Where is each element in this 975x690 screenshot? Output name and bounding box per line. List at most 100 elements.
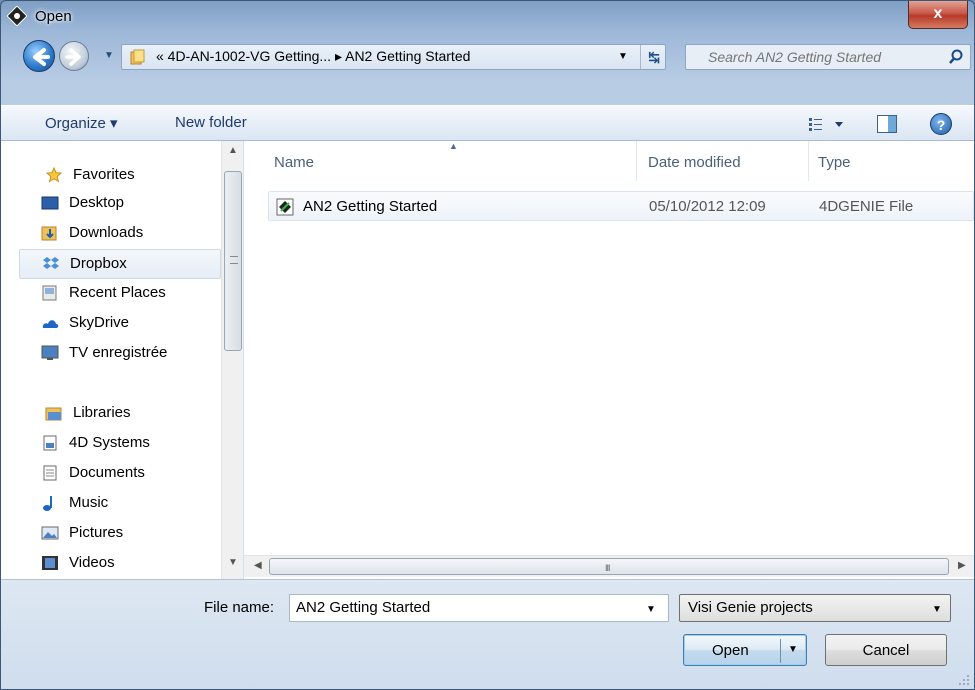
nav-pane-scrollbar[interactable]: ▲ ▼ (221, 141, 243, 579)
sidebar-item-desktop[interactable]: Desktop (19, 189, 221, 219)
main-content: Favorites Desktop Downloads Dropbox Rece… (1, 141, 974, 579)
table-row[interactable]: AN2 Getting Started 05/10/2012 12:09 4DG… (268, 191, 974, 221)
sidebar-item-label: Music (69, 494, 109, 511)
desktop-icon (41, 196, 59, 210)
sidebar-item-downloads[interactable]: Downloads (19, 219, 221, 249)
chevron-down-icon[interactable]: ▼ (932, 604, 942, 615)
title-bar[interactable]: Open x (1, 1, 974, 37)
star-icon (45, 167, 63, 183)
navigation-pane: Favorites Desktop Downloads Dropbox Rece… (1, 141, 244, 579)
sort-ascending-icon: ▲ (449, 141, 458, 151)
sidebar-item-libraries[interactable]: Libraries (19, 399, 221, 429)
scrollbar-thumb[interactable] (224, 171, 242, 351)
chevron-down-icon[interactable]: ▼ (618, 51, 628, 62)
search-box[interactable] (685, 44, 971, 70)
scroll-down-icon[interactable]: ▼ (228, 557, 238, 568)
sidebar-item-videos[interactable]: Videos (19, 549, 221, 579)
file-type-select[interactable]: Visi Genie projects ▼ (679, 594, 951, 622)
file-list: ▲ Name Date modified Type AN2 Getting St… (244, 141, 974, 579)
chevron-down-icon[interactable]: ▼ (646, 604, 656, 615)
scroll-up-icon[interactable]: ▲ (228, 145, 238, 156)
column-header-type[interactable]: Type (818, 154, 851, 171)
scroll-right-icon[interactable]: ▶ (958, 560, 966, 571)
chevron-down-icon: ▼ (104, 50, 114, 61)
sidebar-item-label: 4D Systems (69, 434, 150, 451)
grip-icon (230, 256, 238, 264)
libraries-icon (45, 407, 62, 421)
breadcrumb[interactable]: « 4D-AN-1002-VG Getting... ▸ AN2 Getting… (156, 48, 470, 65)
address-bar[interactable]: « 4D-AN-1002-VG Getting... ▸ AN2 Getting… (121, 44, 666, 70)
sidebar-item-dropbox[interactable]: Dropbox (19, 249, 221, 279)
sidebar-item-label: TV enregistrée (69, 344, 168, 361)
horizontal-scrollbar[interactable]: ◀ III ▶ (244, 555, 974, 577)
recent-locations-button[interactable]: ▼ (104, 50, 118, 64)
command-bar: Organize ▾ New folder ? (1, 105, 974, 141)
file-type-value: Visi Genie projects (688, 599, 813, 616)
sidebar-item-label: Dropbox (70, 255, 127, 272)
open-button-label: Open (712, 642, 749, 659)
file-name-cell: AN2 Getting Started (303, 198, 438, 215)
documents-icon (43, 465, 57, 481)
sidebar-item-label: Favorites (73, 166, 135, 183)
sidebar-item-recent-places[interactable]: Recent Places (19, 279, 221, 309)
sidebar-item-label: Pictures (69, 524, 124, 541)
scroll-left-icon[interactable]: ◀ (254, 560, 262, 571)
file-name-label: File name: (204, 599, 275, 616)
sidebar-item-tv[interactable]: TV enregistrée (19, 339, 221, 369)
organize-button[interactable]: Organize ▾ (45, 114, 118, 132)
search-icon[interactable] (948, 49, 964, 65)
app-icon (7, 6, 27, 26)
forward-button[interactable] (59, 41, 89, 71)
column-divider[interactable] (808, 141, 809, 181)
sidebar-item-label: SkyDrive (69, 314, 130, 331)
change-view-icon[interactable] (807, 116, 847, 132)
refresh-button[interactable]: ↹ (640, 45, 667, 69)
grip-icon: III (605, 563, 610, 573)
file-name-field[interactable]: AN2 Getting Started ▼ (289, 594, 669, 622)
videos-icon (42, 556, 58, 570)
open-dialog: Open x ▼ « 4D-AN-1002-VG Getting... ▸ AN… (0, 0, 975, 690)
resize-grip-icon[interactable] (956, 672, 970, 686)
library-icon (43, 435, 57, 451)
sidebar-item-pictures[interactable]: Pictures (19, 519, 221, 549)
help-icon[interactable]: ? (930, 113, 952, 135)
sidebar-item-label: Downloads (69, 224, 144, 241)
column-header-date[interactable]: Date modified (648, 154, 741, 171)
sidebar-item-favorites[interactable]: Favorites (19, 161, 221, 191)
pictures-icon (41, 526, 59, 540)
sidebar-item-skydrive[interactable]: SkyDrive (19, 309, 221, 339)
back-button[interactable] (23, 40, 55, 72)
close-button[interactable]: x (908, 1, 968, 29)
dialog-footer: File name: AN2 Getting Started ▼ Visi Ge… (1, 579, 974, 689)
column-divider[interactable] (636, 141, 637, 181)
new-folder-button[interactable]: New folder (175, 114, 247, 131)
split-divider (780, 639, 781, 663)
cancel-button-label: Cancel (862, 642, 910, 659)
skydrive-icon (42, 320, 59, 328)
recent-places-icon (42, 285, 57, 301)
sidebar-item-4d-systems[interactable]: 4D Systems (19, 429, 221, 459)
arrow-left-icon (33, 48, 50, 66)
date-modified-cell: 05/10/2012 12:09 (649, 198, 766, 215)
sidebar-item-music[interactable]: Music (19, 489, 221, 519)
sidebar-item-label: Recent Places (69, 284, 166, 301)
sidebar-item-label: Desktop (69, 194, 125, 211)
scrollbar-thumb[interactable]: III (269, 558, 949, 575)
cancel-button[interactable]: Cancel (825, 634, 947, 666)
tv-icon (41, 345, 59, 360)
navigation-bar: ▼ « 4D-AN-1002-VG Getting... ▸ AN2 Getti… (1, 37, 974, 77)
window-title: Open (35, 8, 72, 25)
column-header-name[interactable]: Name (274, 154, 314, 171)
sidebar-item-documents[interactable]: Documents (19, 459, 221, 489)
sidebar-item-label: Videos (69, 554, 115, 571)
sidebar-item-label: Libraries (73, 404, 131, 421)
open-button[interactable]: Open ▼ (683, 634, 807, 666)
arrow-right-icon (65, 48, 81, 66)
search-input[interactable] (708, 49, 948, 65)
chevron-down-icon[interactable]: ▼ (788, 644, 798, 655)
preview-pane-icon[interactable] (877, 115, 897, 133)
type-cell: 4DGENIE File (819, 198, 914, 215)
sidebar-item-label: Documents (69, 464, 145, 481)
4dgenie-file-icon (276, 198, 294, 216)
file-name-value[interactable]: AN2 Getting Started (296, 599, 430, 616)
